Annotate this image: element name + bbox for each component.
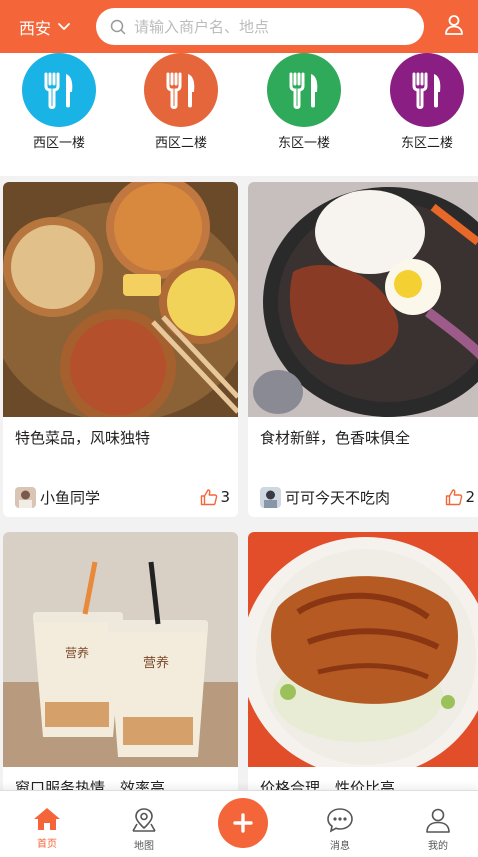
tab-label: 消息 [330,841,350,852]
message-icon [327,808,353,833]
tab-label: 首页 [37,839,57,850]
tab-label: 地图 [134,841,154,852]
home-icon [34,808,60,830]
category-label: 东区二楼 [400,136,453,151]
add-post-button[interactable] [218,798,268,848]
user-icon[interactable] [444,14,464,36]
post-card[interactable]: 食材新鲜，色香味俱全 可可今天不吃肉 2 [248,182,478,517]
category-row: 西区一楼 西区二楼 东区一楼 东区二楼 [0,53,478,176]
header: 西安 [0,0,478,53]
post-image [248,182,478,417]
svg-text:营养: 营养 [65,645,89,660]
svg-text:营养: 营养 [143,655,169,671]
thumbs-up-icon [201,489,218,506]
post-meta: 可可今天不吃肉 2 [248,477,478,517]
city-selector[interactable]: 西安 [19,15,89,39]
thumbs-up-icon [446,489,463,506]
tab-map[interactable]: 地图 [114,807,174,852]
utensils-icon [390,53,464,127]
tab-home[interactable]: 首页 [17,807,77,850]
user-icon [426,808,450,833]
map-pin-icon [132,808,156,832]
search-bar[interactable] [96,8,424,45]
search-icon [110,19,126,34]
post-card[interactable]: 价格合理，性价比高 [248,532,478,827]
utensils-icon [267,53,341,127]
utensils-icon [144,53,218,127]
category-label: 东区一楼 [277,136,330,151]
search-input[interactable] [134,17,394,36]
post-card[interactable]: 营养 营养 窗口服务热情，效率高 [3,532,238,827]
post-card[interactable]: 特色菜品，风味独特 小鱼同学 3 [3,182,238,517]
author-name[interactable]: 可可今天不吃肉 [285,487,445,508]
utensils-icon [22,53,96,127]
app: 西安 西区一楼 [0,0,478,857]
category-label: 西区二楼 [154,136,207,151]
like-count: 3 [220,488,230,506]
like-button[interactable]: 3 [200,488,230,506]
tab-messages[interactable]: 消息 [310,807,370,852]
chevron-down-icon [58,22,70,30]
avatar[interactable] [260,486,281,508]
tab-mine[interactable]: 我的 [408,807,468,852]
post-image [248,532,478,767]
avatar[interactable] [15,486,36,508]
category-item[interactable]: 西区一楼 [9,53,109,151]
author-name[interactable]: 小鱼同学 [40,487,200,508]
post-image: 营养 营养 [3,532,238,767]
tab-label: 我的 [428,841,448,852]
category-item[interactable]: 东区二楼 [377,53,477,151]
plus-icon [233,813,253,833]
city-label: 西安 [19,18,52,38]
category-item[interactable]: 东区一楼 [254,53,354,151]
post-meta: 小鱼同学 3 [3,477,238,517]
post-image [3,182,238,417]
post-title: 食材新鲜，色香味俱全 [260,429,411,447]
tab-bar: 首页 地图 消息 我的 [0,790,478,857]
category-item[interactable]: 西区二楼 [131,53,231,151]
like-button[interactable]: 2 [445,488,475,506]
category-label: 西区一楼 [32,136,85,151]
like-count: 2 [465,488,475,506]
post-title: 特色菜品，风味独特 [15,429,151,447]
